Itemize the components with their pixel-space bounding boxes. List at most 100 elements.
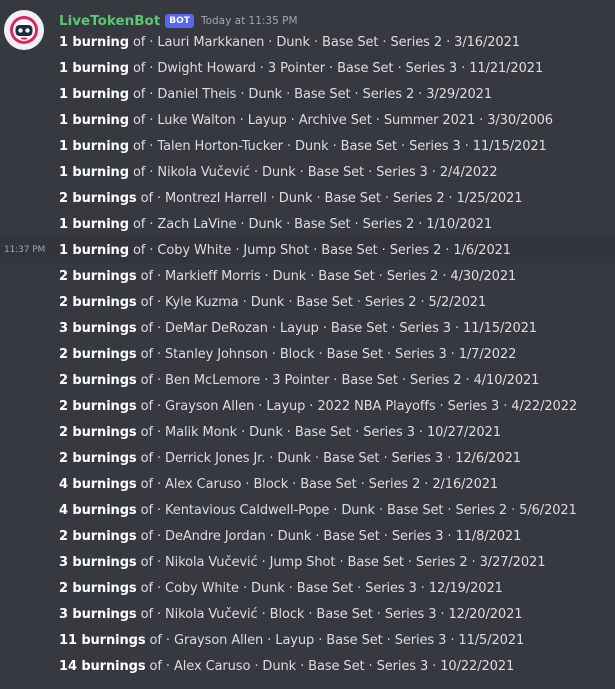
moment-detail: · Markieff Morris · Dunk · Base Set · Se…	[156, 268, 517, 284]
burning-count: 2 burnings	[59, 450, 137, 466]
burning-count: 3 burnings	[59, 320, 137, 336]
moment-detail: · Dwight Howard · 3 Pointer · Base Set ·…	[149, 60, 544, 76]
of-text: of	[128, 34, 150, 50]
of-text: of	[136, 372, 157, 388]
burning-count: 11 burnings	[59, 632, 146, 648]
of-text: of	[136, 554, 157, 570]
moment-detail: · Zach LaVine · Dunk · Base Set · Series…	[149, 216, 493, 232]
moment-detail: · Nikola Vučević · Block · Base Set · Se…	[156, 606, 523, 622]
moment-detail: · Luke Walton · Layup · Archive Set · Su…	[149, 112, 553, 128]
moment-detail: · Coby White · Dunk · Base Set · Series …	[156, 580, 503, 596]
message-line[interactable]: 1 burning of · Lauri Markkanen · Dunk · …	[0, 29, 615, 55]
burning-count: 2 burnings	[59, 190, 137, 206]
chat-message-group: LiveTokenBot BOT Today at 11:35 PM 1 bur…	[0, 0, 615, 689]
of-text: of	[128, 60, 150, 76]
moment-detail: · Grayson Allen · Layup · Base Set · Ser…	[165, 632, 525, 648]
burning-count: 3 burnings	[59, 554, 137, 570]
message-line[interactable]: 2 burnings of · Derrick Jones Jr. · Dunk…	[0, 445, 615, 471]
moment-detail: · Alex Caruso · Dunk · Base Set · Series…	[165, 658, 515, 674]
moment-detail: · Derrick Jones Jr. · Dunk · Base Set · …	[156, 450, 521, 466]
message-line[interactable]: 2 burnings of · Ben McLemore · 3 Pointer…	[0, 367, 615, 393]
message-line[interactable]: 4 burnings of · Alex Caruso · Block · Ba…	[0, 471, 615, 497]
of-text: of	[136, 580, 157, 596]
moment-detail: · Alex Caruso · Block · Base Set · Serie…	[156, 476, 499, 492]
moment-detail: · Nikola Vučević · Jump Shot · Base Set …	[156, 554, 546, 570]
moment-detail: · Daniel Theis · Dunk · Base Set · Serie…	[149, 86, 493, 102]
message-line[interactable]: 2 burnings of · Stanley Johnson · Block …	[0, 341, 615, 367]
burning-count: 2 burnings	[59, 580, 137, 596]
burning-count: 2 burnings	[59, 346, 137, 362]
message-line[interactable]: 14 burnings of · Alex Caruso · Dunk · Ba…	[0, 653, 615, 679]
moment-detail: · Malik Monk · Dunk · Base Set · Series …	[156, 424, 501, 440]
of-text: of	[136, 320, 157, 336]
of-text: of	[136, 476, 157, 492]
of-text: of	[128, 138, 150, 154]
moment-detail: · Coby White · Jump Shot · Base Set · Se…	[149, 242, 511, 258]
message-line[interactable]: 2 burnings of · DeAndre Jordan · Dunk · …	[0, 523, 615, 549]
of-text: of	[136, 424, 157, 440]
of-text: of	[136, 606, 157, 622]
message-line[interactable]: 2 burnings of · Malik Monk · Dunk · Base…	[0, 419, 615, 445]
username[interactable]: LiveTokenBot	[59, 13, 160, 29]
hover-timestamp: 11:37 PM	[4, 245, 46, 255]
moment-detail: · Grayson Allen · Layup · 2022 NBA Playo…	[156, 398, 578, 414]
message-line[interactable]: 1 burning of · Luke Walton · Layup · Arc…	[0, 107, 615, 133]
message-line[interactable]: 11 burnings of · Grayson Allen · Layup ·…	[0, 627, 615, 653]
of-text: of	[136, 190, 157, 206]
burning-count: 2 burnings	[59, 528, 137, 544]
burning-count: 2 burnings	[59, 372, 137, 388]
burning-count: 1 burning	[59, 242, 129, 258]
of-text: of	[145, 632, 166, 648]
message-line[interactable]: 1 burning of · Nikola Vučević · Dunk · B…	[0, 159, 615, 185]
of-text: of	[128, 112, 150, 128]
message-line[interactable]: 2 burnings of · Coby White · Dunk · Base…	[0, 575, 615, 601]
burning-count: 4 burnings	[59, 476, 137, 492]
of-text: of	[128, 242, 150, 258]
message-line[interactable]: 1 burning of · Zach LaVine · Dunk · Base…	[0, 211, 615, 237]
burning-count: 1 burning	[59, 216, 129, 232]
bot-tag: BOT	[165, 14, 194, 28]
of-text: of	[136, 528, 157, 544]
burning-count: 1 burning	[59, 86, 129, 102]
message-line[interactable]: 2 burnings of · Markieff Morris · Dunk ·…	[0, 263, 615, 289]
moment-detail: · Stanley Johnson · Block · Base Set · S…	[156, 346, 517, 362]
moment-detail: · Kentavious Caldwell-Pope · Dunk · Base…	[156, 502, 577, 518]
of-text: of	[128, 86, 150, 102]
burning-count: 2 burnings	[59, 424, 137, 440]
message-line[interactable]: 2 burnings of · Grayson Allen · Layup · …	[0, 393, 615, 419]
of-text: of	[145, 658, 166, 674]
burning-count: 2 burnings	[59, 294, 137, 310]
burning-count: 1 burning	[59, 138, 129, 154]
moment-detail: · DeAndre Jordan · Dunk · Base Set · Ser…	[156, 528, 522, 544]
of-text: of	[136, 346, 157, 362]
burning-count: 1 burning	[59, 60, 129, 76]
burning-count: 1 burning	[59, 112, 129, 128]
of-text: of	[136, 294, 157, 310]
message-line[interactable]: 1 burning of · Daniel Theis · Dunk · Bas…	[0, 81, 615, 107]
moment-detail: · Talen Horton-Tucker · Dunk · Base Set …	[149, 138, 547, 154]
burning-count: 2 burnings	[59, 398, 137, 414]
of-text: of	[128, 164, 150, 180]
message-timestamp: Today at 11:35 PM	[200, 15, 298, 27]
message-line[interactable]: 4 burnings of · Kentavious Caldwell-Pope…	[0, 497, 615, 523]
of-text: of	[128, 216, 150, 232]
message-line[interactable]: 3 burnings of · Nikola Vučević · Jump Sh…	[0, 549, 615, 575]
burning-count: 3 burnings	[59, 606, 137, 622]
moment-detail: · Lauri Markkanen · Dunk · Base Set · Se…	[149, 34, 520, 50]
burning-count: 2 burnings	[59, 268, 137, 284]
burning-count: 14 burnings	[59, 658, 146, 674]
burning-count: 4 burnings	[59, 502, 137, 518]
of-text: of	[136, 398, 157, 414]
message-line[interactable]: 2 burnings of · Montrezl Harrell · Dunk …	[0, 185, 615, 211]
message-line[interactable]: 1 burning of · Dwight Howard · 3 Pointer…	[0, 55, 615, 81]
message-line[interactable]: 1 burning of · Talen Horton-Tucker · Dun…	[0, 133, 615, 159]
message-line[interactable]: 3 burnings of · Nikola Vučević · Block ·…	[0, 601, 615, 627]
message-line[interactable]: 2 burnings of · Kyle Kuzma · Dunk · Base…	[0, 289, 615, 315]
moment-detail: · DeMar DeRozan · Layup · Base Set · Ser…	[156, 320, 537, 336]
of-text: of	[136, 450, 157, 466]
message-line[interactable]: 11:37 PM 1 burning of · Coby White · Jump…	[0, 237, 615, 263]
of-text: of	[136, 502, 157, 518]
message-line[interactable]: 3 burnings of · DeMar DeRozan · Layup · …	[0, 315, 615, 341]
message-list: 1 burning of · Lauri Markkanen · Dunk · …	[0, 29, 615, 679]
moment-detail: · Nikola Vučević · Dunk · Base Set · Ser…	[149, 164, 498, 180]
